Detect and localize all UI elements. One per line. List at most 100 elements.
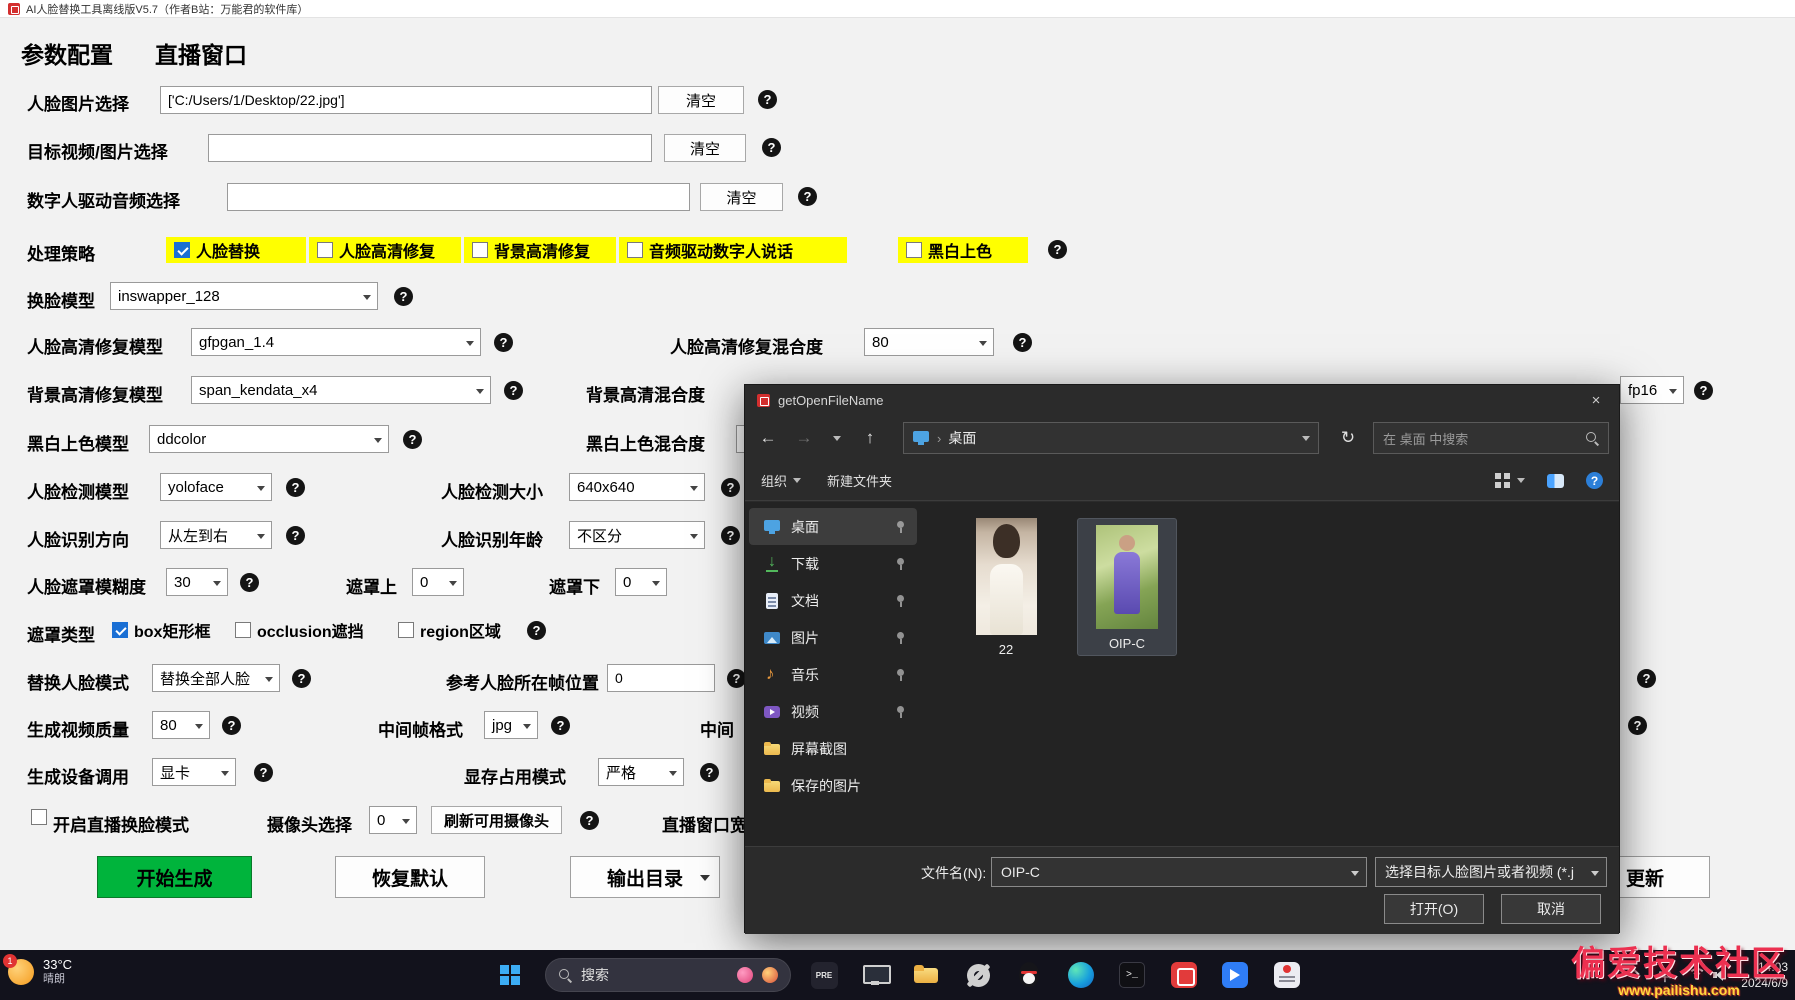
strategy-face-swap-checkbox[interactable]: 人脸替换	[166, 237, 306, 263]
face-hd-blend-select[interactable]: 80	[864, 328, 994, 356]
sidebar-item-pictures[interactable]: 图片	[749, 619, 917, 656]
forward-icon[interactable]	[789, 422, 819, 454]
app-clipboard-icon[interactable]	[1271, 959, 1303, 991]
face-hd-model-select[interactable]: gfpgan_1.4	[191, 328, 481, 356]
app-pre-icon[interactable]: PRE	[808, 959, 840, 991]
app-pc-icon[interactable]	[859, 959, 891, 991]
mask-type-occlusion-checkbox[interactable]: occlusion遮挡	[235, 618, 364, 642]
help-detect-model-icon[interactable]	[286, 478, 305, 497]
clear-target-video-button[interactable]: 清空	[664, 134, 746, 162]
help-right-2-icon[interactable]	[1628, 716, 1647, 735]
organize-button[interactable]: 组织	[761, 471, 802, 490]
help-target-video-icon[interactable]	[762, 138, 781, 157]
help-device-icon[interactable]	[254, 763, 273, 782]
ref-frame-input[interactable]: 0	[607, 664, 715, 692]
detect-size-select[interactable]: 640x640	[569, 473, 705, 501]
help-audio-icon[interactable]	[798, 187, 817, 206]
view-mode-button[interactable]	[1495, 472, 1525, 489]
mask-blur-select[interactable]: 30	[166, 568, 228, 596]
replace-mode-select[interactable]: 替换全部人脸	[152, 664, 280, 692]
start-button[interactable]	[500, 965, 520, 985]
preview-pane-icon[interactable]	[1547, 473, 1564, 488]
camera-select[interactable]: 0	[369, 806, 417, 834]
help-video-quality-icon[interactable]	[222, 716, 241, 735]
refresh-camera-button[interactable]: 刷新可用摄像头	[431, 806, 563, 834]
strategy-bg-hd-checkbox[interactable]: 背景高清修复	[464, 237, 616, 263]
sidebar-item-documents[interactable]: 文档	[749, 582, 917, 619]
audio-input[interactable]	[227, 183, 690, 211]
help-colorize-model-icon[interactable]	[403, 430, 422, 449]
help-face-hd-blend-icon[interactable]	[1013, 333, 1032, 352]
filename-combo[interactable]: OIP-C	[991, 857, 1367, 887]
mask-bottom-select[interactable]: 0	[615, 568, 667, 596]
help-detect-size-icon[interactable]	[721, 478, 740, 497]
mask-type-region-checkbox[interactable]: region区域	[398, 618, 501, 642]
app-blue-icon[interactable]	[1219, 959, 1251, 991]
address-bar[interactable]: › 桌面	[903, 422, 1319, 454]
clear-audio-button[interactable]: 清空	[700, 183, 783, 211]
qq-icon[interactable]	[1013, 959, 1045, 991]
tab-live-window[interactable]: 直播窗口	[155, 36, 247, 70]
open-button[interactable]: 打开(O)	[1384, 894, 1484, 924]
recent-locations-icon[interactable]	[825, 422, 849, 454]
sidebar-item-desktop[interactable]: 桌面	[749, 508, 917, 545]
help-mask-type-icon[interactable]	[527, 621, 546, 640]
file-item-22[interactable]: 22	[953, 518, 1059, 657]
terminal-icon[interactable]	[1116, 959, 1148, 991]
help-face-hd-model-icon[interactable]	[494, 333, 513, 352]
new-folder-button[interactable]: 新建文件夹	[827, 471, 892, 490]
search-box[interactable]: 在 桌面 中搜索	[1373, 422, 1609, 454]
vram-mode-select[interactable]: 严格	[598, 758, 684, 786]
file-item-oip-c[interactable]: OIP-C	[1077, 518, 1177, 656]
face-image-input[interactable]: ['C:/Users/1/Desktop/22.jpg']	[160, 86, 652, 114]
sidebar-item-videos[interactable]: 视频	[749, 693, 917, 730]
refresh-icon[interactable]	[1333, 422, 1363, 454]
strategy-face-hd-checkbox[interactable]: 人脸高清修复	[309, 237, 461, 263]
device-select[interactable]: 显卡	[152, 758, 236, 786]
address-dropdown-icon[interactable]	[1302, 435, 1310, 441]
dialog-titlebar[interactable]: getOpenFileName	[745, 385, 1619, 415]
live-mode-checkbox[interactable]	[31, 809, 47, 825]
help-recog-direction-icon[interactable]	[286, 526, 305, 545]
output-dir-button[interactable]: 输出目录	[570, 856, 720, 898]
bg-hd-model-select[interactable]: span_kendata_x4	[191, 376, 491, 404]
help-fp16-icon[interactable]	[1694, 381, 1713, 400]
recog-direction-select[interactable]: 从左到右	[160, 521, 272, 549]
weather-widget[interactable]: 1 33°C 晴朗	[3, 953, 72, 986]
mask-top-select[interactable]: 0	[412, 568, 464, 596]
file-explorer-icon[interactable]	[910, 959, 942, 991]
tab-param-config[interactable]: 参数配置	[21, 36, 113, 70]
sidebar-item-saved-pictures[interactable]: 保存的图片	[749, 767, 917, 804]
fp16-select[interactable]: fp16	[1620, 376, 1684, 404]
window-titlebar[interactable]: AI人脸替换工具离线版V5.7（作者B站：万能君的软件库）	[0, 0, 1795, 18]
colorize-model-select[interactable]: ddcolor	[149, 425, 389, 453]
restore-defaults-button[interactable]: 恢复默认	[335, 856, 485, 898]
clear-face-image-button[interactable]: 清空	[658, 86, 744, 114]
breadcrumb[interactable]: 桌面	[948, 428, 976, 448]
swap-model-select[interactable]: inswapper_128	[110, 282, 378, 310]
strategy-audio-driven-checkbox[interactable]: 音频驱动数字人说话	[619, 237, 847, 263]
help-face-image-icon[interactable]	[758, 90, 777, 109]
help-recog-age-icon[interactable]	[721, 526, 740, 545]
dialog-help-icon[interactable]	[1586, 472, 1603, 489]
edge-browser-icon[interactable]	[1065, 959, 1097, 991]
back-icon[interactable]	[753, 422, 783, 454]
target-video-input[interactable]	[208, 134, 652, 162]
strategy-colorize-checkbox[interactable]: 黑白上色	[898, 237, 1028, 263]
help-swap-model-icon[interactable]	[394, 287, 413, 306]
settings-gear-icon[interactable]	[962, 959, 994, 991]
help-frame-format-icon[interactable]	[551, 716, 570, 735]
sidebar-item-music[interactable]: 音乐	[749, 656, 917, 693]
help-bg-hd-model-icon[interactable]	[504, 381, 523, 400]
start-generate-button[interactable]: 开始生成	[97, 856, 252, 898]
file-type-filter-combo[interactable]: 选择目标人脸图片或者视频 (*.j	[1375, 857, 1607, 887]
help-replace-mode-icon[interactable]	[292, 669, 311, 688]
frame-format-select[interactable]: jpg	[484, 711, 538, 739]
detect-model-select[interactable]: yoloface	[160, 473, 272, 501]
face-swap-app-icon[interactable]	[1168, 959, 1200, 991]
help-mask-blur-icon[interactable]	[240, 573, 259, 592]
video-quality-select[interactable]: 80	[152, 711, 210, 739]
help-camera-icon[interactable]	[580, 811, 599, 830]
up-icon[interactable]	[855, 422, 885, 454]
sidebar-item-downloads[interactable]: 下载	[749, 545, 917, 582]
